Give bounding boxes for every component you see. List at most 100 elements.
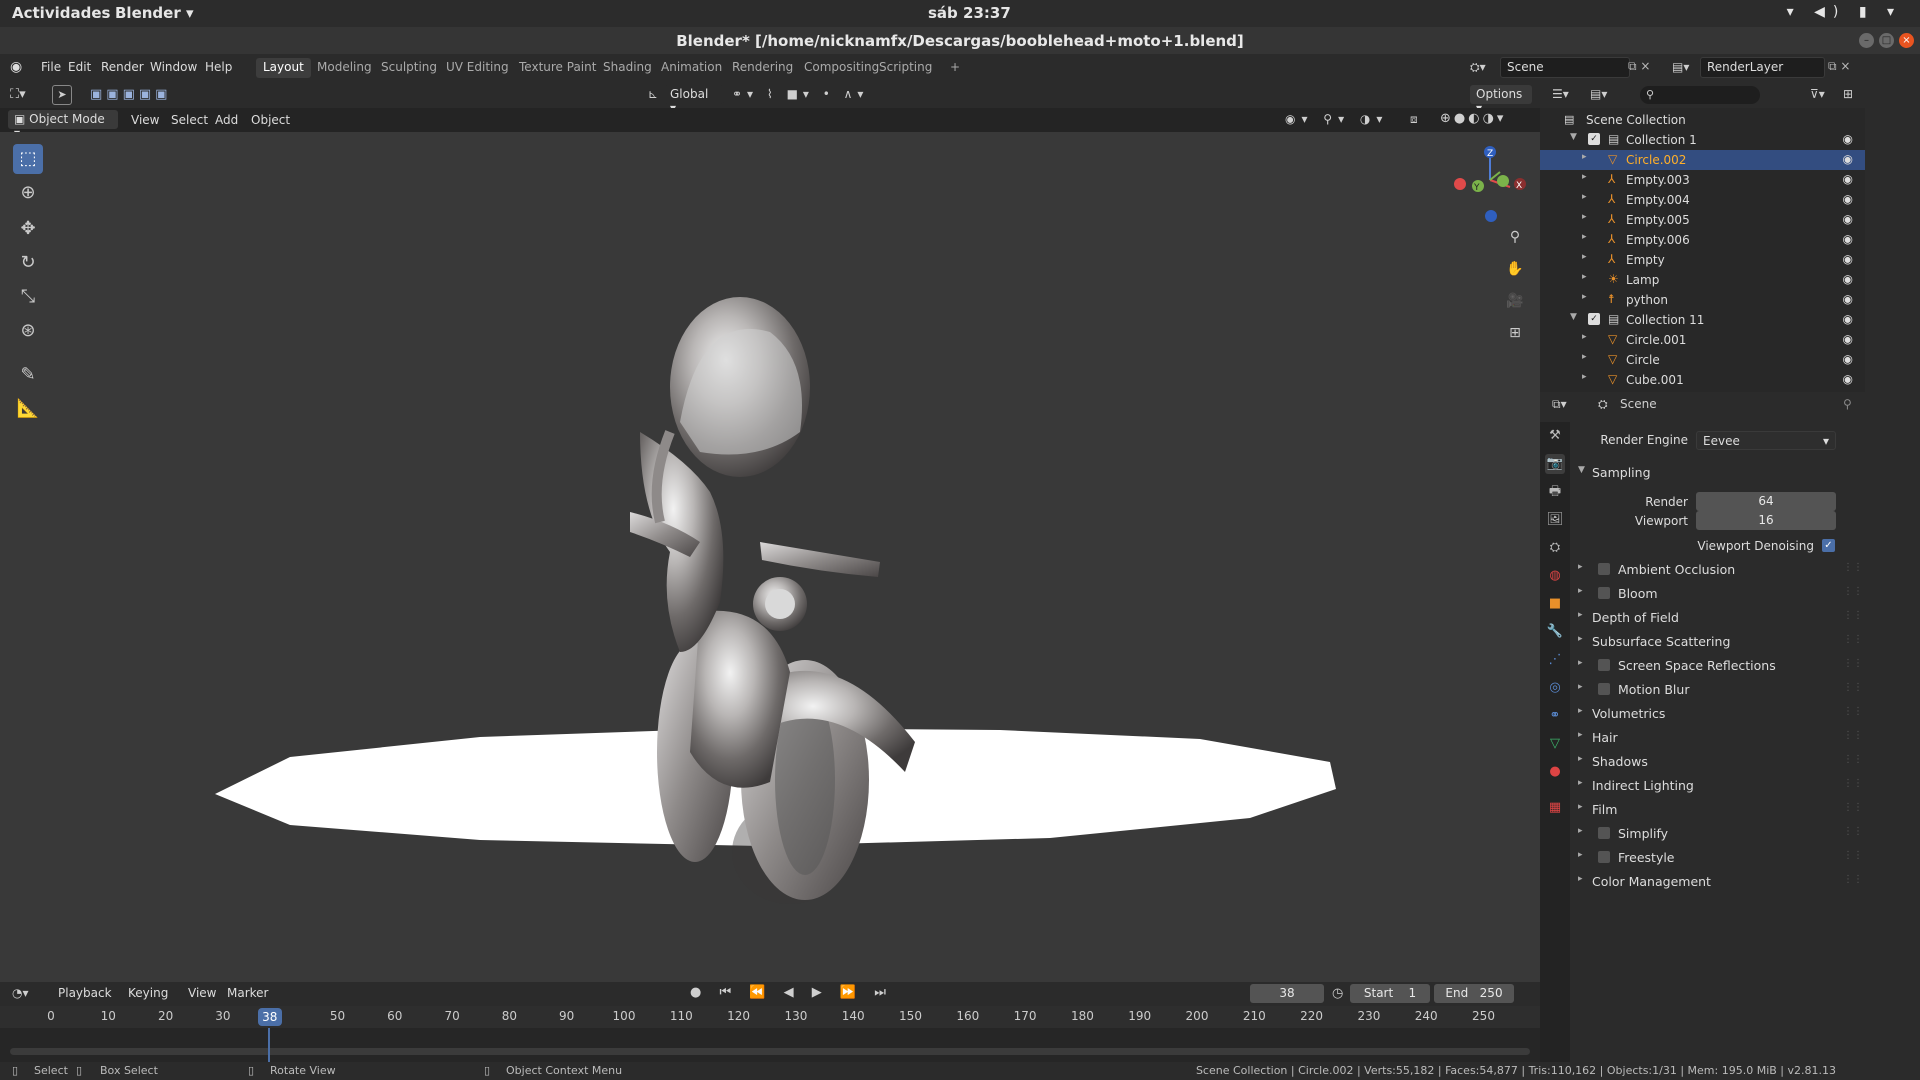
shading-mode-icons[interactable]: ⊕●◐◑▾ [1440,111,1506,126]
drag-handle-icon[interactable]: ⋮⋮ [1843,610,1863,621]
visibility-eye-icon[interactable]: ◉ [1843,252,1853,266]
modifier-tab-icon[interactable]: 🔧 [1545,622,1565,642]
system-tray-icons[interactable]: ▾ ◀) ▮ ▾ [1787,4,1902,20]
outliner-row[interactable]: ▸ ⅄ Empty.006 ◉ [1540,230,1865,250]
outliner-row[interactable]: ▼ ✓ ▤ Collection 11 ◉ [1540,310,1865,330]
annotate-tool[interactable]: ✎ [13,360,43,390]
panel-enable-checkbox[interactable] [1598,683,1610,695]
display-mode-icon[interactable]: ▤▾ [1590,87,1607,101]
outliner-row[interactable]: ▸ ☀ Lamp ◉ [1540,270,1865,290]
expand-arrow-icon[interactable]: ▸ [1582,372,1587,382]
new-view-layer-icon[interactable]: ⧉ × [1828,59,1850,74]
tab-shading[interactable]: Shading [596,58,659,78]
3d-viewport[interactable]: X Y Z ⬚ ⊕ ✥ ↻ ⤡ ⊛ ✎ 📐 ⚲ ✋ 🎥 ⊞ [0,132,1540,982]
viewport-menu-view[interactable]: View [131,113,159,127]
drag-handle-icon[interactable]: ⋮⋮ [1843,682,1863,693]
expand-arrow-icon[interactable]: ▸ [1582,292,1587,302]
tab-texture-paint[interactable]: Texture Paint [512,58,603,78]
panel-motion-blur[interactable]: ▸ Motion Blur ⋮⋮ [1578,680,1863,700]
visibility-eye-icon[interactable]: ◉ [1843,232,1853,246]
timeline-menu-marker[interactable]: Marker [221,984,274,1003]
visibility-eye-icon[interactable]: ◉ [1843,132,1853,146]
current-frame-indicator[interactable]: 38 [257,1008,282,1026]
expand-arrow-icon[interactable]: ▸ [1582,332,1587,342]
drag-handle-icon[interactable]: ⋮⋮ [1843,850,1863,861]
drag-handle-icon[interactable]: ⋮⋮ [1843,778,1863,789]
scene-selector[interactable]: Scene [1500,57,1630,78]
scene-icon[interactable]: ⛭▾ [1470,60,1486,75]
filter-icon[interactable]: ⊽▾ [1810,87,1825,101]
new-collection-icon[interactable]: ⊞ [1843,87,1853,101]
tab-uv-editing[interactable]: UV Editing [439,58,516,78]
tab-animation[interactable]: Animation [654,58,729,78]
camera-view-icon[interactable]: 🎥 [1502,288,1528,314]
tab-scripting[interactable]: Scripting [872,58,939,78]
outliner-row[interactable]: ▸ ⅄ Empty.005 ◉ [1540,210,1865,230]
outliner-row[interactable]: ▸ ▽ Circle.001 ◉ [1540,330,1865,350]
move-tool[interactable]: ✥ [13,214,43,244]
visibility-eye-icon[interactable]: ◉ [1843,172,1853,186]
new-scene-icon[interactable]: ⧉ × [1628,59,1650,74]
visibility-eye-icon[interactable]: ◉ [1843,332,1853,346]
outliner-row[interactable]: ▼ ✓ ▤ Collection 1 ◉ [1540,130,1865,150]
minimize-icon[interactable]: – [1859,33,1874,48]
constraints-tab-icon[interactable]: ⚭ [1545,706,1565,726]
xray-icon[interactable]: ⧈ [1410,112,1422,127]
playback-controls[interactable]: ● ⏮ ⏪ ◀ ▶ ⏩ ⏭ [690,985,893,1000]
current-frame-field[interactable]: 38 [1250,984,1324,1003]
panel-ambient-occlusion[interactable]: ▸ Ambient Occlusion ⋮⋮ [1578,560,1863,580]
end-frame-field[interactable]: End 250 [1434,984,1514,1003]
collection-checkbox[interactable]: ✓ [1588,133,1600,145]
frame-ruler[interactable]: 0 10 20 30 38 50 60 70 80 90 100 110 120 130 140 150 160… [0,1006,1540,1028]
panel-simplify[interactable]: ▸ Simplify ⋮⋮ [1578,824,1863,844]
timeline-menu-view[interactable]: View [182,984,222,1003]
rotate-tool[interactable]: ↻ [13,248,43,278]
object-tab-icon[interactable]: ■ [1545,594,1565,614]
selection-mode-icons[interactable]: ▣▣▣▣▣ [90,87,171,102]
outliner-row[interactable]: ▸ ▽ Cube.001 ◉ [1540,370,1865,390]
particles-tab-icon[interactable]: ⋰ [1545,650,1565,670]
physics-tab-icon[interactable]: ◎ [1545,678,1565,698]
panel-enable-checkbox[interactable] [1598,827,1610,839]
expand-arrow-icon[interactable]: ▸ [1582,192,1587,202]
pin-icon[interactable]: ⚲ [1843,397,1852,411]
tab-modeling[interactable]: Modeling [310,58,379,78]
transform-orientation-icon[interactable]: ⊾ [648,87,658,101]
outliner-row[interactable]: ▸ ☨ python ◉ [1540,290,1865,310]
viewport-samples-field[interactable]: 16 [1696,511,1836,530]
visibility-eye-icon[interactable]: ◉ [1843,212,1853,226]
view-layer-selector[interactable]: RenderLayer [1700,57,1825,78]
drag-handle-icon[interactable]: ⋮⋮ [1843,874,1863,885]
sampling-panel-header[interactable]: ▼ Sampling [1578,463,1858,483]
visibility-eye-icon[interactable]: ◉ [1843,292,1853,306]
data-tab-icon[interactable]: ▽ [1545,734,1565,754]
properties-editor-type-icon[interactable]: ⧉▾ [1552,397,1567,412]
outliner-root-row[interactable]: ▤ Scene Collection [1540,110,1865,130]
visibility-eye-icon[interactable]: ◉ [1843,192,1853,206]
drag-handle-icon[interactable]: ⋮⋮ [1843,754,1863,765]
timeline-track-area[interactable] [0,1028,1540,1062]
render-engine-dropdown[interactable]: Eevee ▾ [1696,431,1836,450]
drag-handle-icon[interactable]: ⋮⋮ [1843,562,1863,573]
timeline-menu-playback[interactable]: Playback [52,984,118,1003]
drag-handle-icon[interactable]: ⋮⋮ [1843,826,1863,837]
tab-sculpting[interactable]: Sculpting [374,58,444,78]
tab-layout[interactable]: Layout [256,58,311,78]
outliner-row[interactable]: ▸ ▽ Circle ◉ [1540,350,1865,370]
visibility-eye-icon[interactable]: ◉ [1843,352,1853,366]
expand-arrow-icon[interactable]: ▸ [1582,212,1587,222]
activities-button[interactable]: Actividades [12,4,110,22]
tab-rendering[interactable]: Rendering [725,58,800,78]
scene-tab-icon[interactable]: ⛭ [1545,538,1565,558]
visibility-eye-icon[interactable]: ◉ [1843,272,1853,286]
drag-handle-icon[interactable]: ⋮⋮ [1843,706,1863,717]
clock-icon[interactable]: ◷ [1332,986,1343,1001]
panel-indirect-lighting[interactable]: ▸ Indirect Lighting ⋮⋮ [1578,776,1863,796]
expand-arrow-icon[interactable]: ▸ [1582,152,1587,162]
timeline-menu-keying[interactable]: Keying [122,984,174,1003]
panel-depth-of-field[interactable]: ▸ Depth of Field ⋮⋮ [1578,608,1863,628]
viewport-denoising-checkbox[interactable]: ✓ [1822,539,1835,552]
visibility-eye-icon[interactable]: ◉ [1843,372,1853,386]
texture-tab-icon[interactable]: ▦ [1545,798,1565,818]
panel-hair[interactable]: ▸ Hair ⋮⋮ [1578,728,1863,748]
